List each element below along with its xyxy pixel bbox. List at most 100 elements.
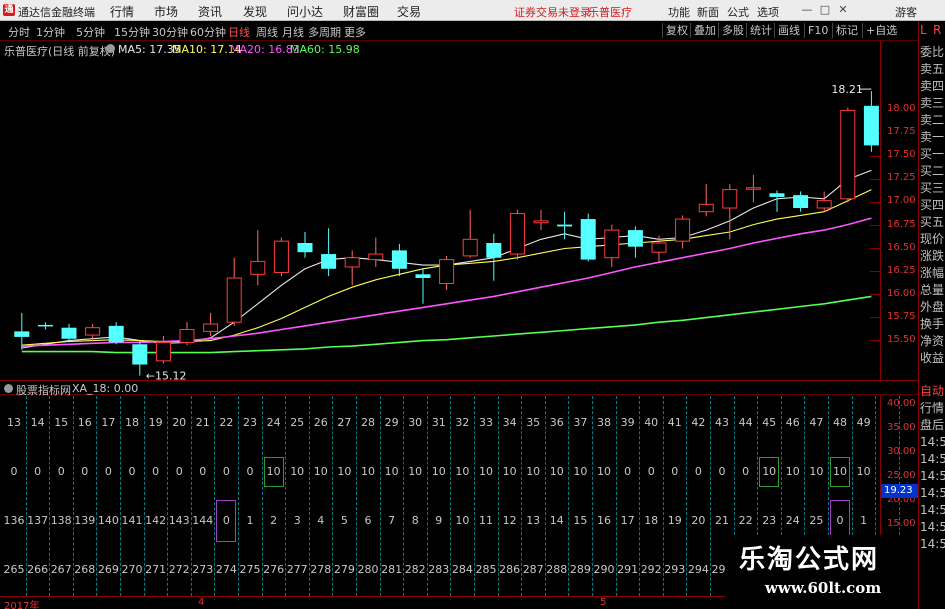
biaoji-button[interactable]: 标记	[832, 23, 861, 38]
candle-body-down	[61, 327, 77, 339]
maximize-icon[interactable]: □	[818, 3, 832, 17]
tongji-button[interactable]: 统计	[746, 23, 775, 38]
diejia-button[interactable]: 叠加	[690, 23, 719, 38]
grid-cell: 15	[54, 416, 69, 429]
period-daily[interactable]: 日线	[228, 24, 250, 40]
fuquan-button[interactable]: 复权	[662, 23, 691, 38]
panel-field: 委比	[920, 45, 945, 59]
candle-body-up	[816, 200, 832, 209]
period-weekly[interactable]: 周线	[256, 24, 278, 40]
chart-info-bar: 乐普医疗(日线 前复权) MA5: 17.35 MA10: 17.14 MA20…	[0, 41, 880, 58]
settings-dot-icon[interactable]	[106, 44, 115, 53]
panel-right-tag[interactable]: R	[933, 23, 945, 37]
menu-caifuquan[interactable]: 财富圈	[343, 3, 379, 20]
menu-wenxiaoda[interactable]: 问小达	[287, 3, 323, 20]
grid-cell: 30	[408, 416, 423, 429]
huaxian-button[interactable]: 画线	[774, 23, 803, 38]
price-tick-label: 18.00	[887, 103, 916, 115]
candle-body-up	[722, 189, 738, 209]
grid-cell: 10	[856, 465, 871, 478]
grid-cell: 141	[121, 514, 143, 527]
candle-body-up	[675, 218, 691, 242]
close-icon[interactable]: ✕	[836, 3, 850, 17]
period-5min[interactable]: 5分钟	[76, 24, 105, 40]
grid-cell: 278	[310, 563, 332, 576]
menu-hangqing[interactable]: 行情	[110, 3, 134, 20]
grid-cell: 142	[145, 514, 167, 527]
menu-jiaoyi[interactable]: 交易	[397, 3, 421, 20]
period-toolbar: 分时 1分钟 5分钟 15分钟 30分钟 60分钟 日线 周线 月线 多周期 更…	[0, 21, 945, 41]
duogu-button[interactable]: 多股	[718, 23, 747, 38]
period-1min[interactable]: 1分钟	[36, 24, 65, 40]
menu-gongneng[interactable]: 功能	[668, 4, 690, 20]
grid-cell: 270	[121, 563, 143, 576]
menu-faxian[interactable]: 发现	[243, 3, 267, 20]
login-warning[interactable]: 证券交易未登录	[514, 4, 591, 20]
candle	[250, 230, 266, 286]
candle-body-up	[250, 260, 266, 275]
date-label: 4	[198, 597, 205, 608]
candle-body-up	[226, 277, 242, 323]
candle-body-down	[627, 230, 643, 247]
candle-body-up	[344, 257, 360, 268]
menu-zixun[interactable]: 资讯	[198, 3, 222, 20]
panel-bottom-item[interactable]: 行情	[920, 401, 945, 415]
grid-cell: 136	[3, 514, 25, 527]
candle-body-down	[557, 224, 573, 227]
indicator-tick-label: 35.00	[887, 422, 916, 433]
panel-bottom-item[interactable]: 自动	[920, 384, 945, 398]
period-monthly[interactable]: 月线	[282, 24, 304, 40]
guest-label[interactable]: 游客	[895, 4, 917, 20]
candle-body-down	[391, 250, 407, 269]
grid-cell: 10	[337, 465, 352, 478]
candle-body-down	[580, 219, 596, 260]
grid-cell: 13	[526, 514, 541, 527]
minimize-icon[interactable]: —	[800, 3, 814, 17]
indicator-current-value: 19.23	[881, 484, 918, 498]
menu-shichang[interactable]: 市场	[154, 3, 178, 20]
grid-cell: 20	[172, 416, 187, 429]
grid-cell: 0	[57, 465, 65, 478]
f10-button[interactable]: F10	[804, 23, 831, 38]
period-more[interactable]: 更多	[344, 24, 366, 40]
grid-cell: 22	[738, 514, 753, 527]
watermark-url: www.60lt.com	[765, 579, 882, 597]
candle-body-up	[651, 242, 667, 253]
kline-chart[interactable]: 18.21 ←15.12	[0, 41, 880, 380]
grid-cell: 32	[455, 416, 470, 429]
grid-cell: 7	[388, 514, 396, 527]
period-multi[interactable]: 多周期	[308, 24, 341, 40]
candle	[321, 228, 337, 277]
grid-cell: 3	[293, 514, 301, 527]
grid-cell: 20	[691, 514, 706, 527]
candle	[297, 231, 313, 258]
date-label: 2017年	[4, 601, 40, 609]
menu-xinmian[interactable]: 新面	[697, 4, 719, 20]
grid-cell: 285	[475, 563, 497, 576]
grid-cell: 10	[549, 465, 564, 478]
period-30min[interactable]: 30分钟	[152, 24, 188, 40]
candle	[203, 312, 219, 336]
grid-cell: 273	[192, 563, 214, 576]
period-15min[interactable]: 15分钟	[114, 24, 150, 40]
price-tick-label: 16.25	[887, 264, 916, 276]
add-watchlist-button[interactable]: +自选	[862, 23, 900, 38]
panel-bottom-item: 14:50	[920, 503, 945, 517]
grid-cell: 281	[381, 563, 403, 576]
signal-box-green	[759, 457, 780, 487]
candle	[439, 255, 455, 290]
grid-cell: 137	[27, 514, 49, 527]
grid-cell: 17	[620, 514, 635, 527]
grid-cell: 6	[364, 514, 372, 527]
menu-xuanxiang[interactable]: 选项	[757, 4, 779, 20]
panel-bottom-item[interactable]: 盘后	[920, 418, 945, 432]
period-fenshi[interactable]: 分时	[8, 24, 30, 40]
menu-gongshi[interactable]: 公式	[727, 4, 749, 20]
period-60min[interactable]: 60分钟	[190, 24, 226, 40]
grid-cell: 23	[762, 514, 777, 527]
grid-cell: 21	[195, 416, 210, 429]
indicator-settings-icon[interactable]	[4, 384, 13, 393]
candle	[155, 335, 171, 364]
grid-cell: 15	[573, 514, 588, 527]
candle-body-down	[14, 331, 30, 337]
